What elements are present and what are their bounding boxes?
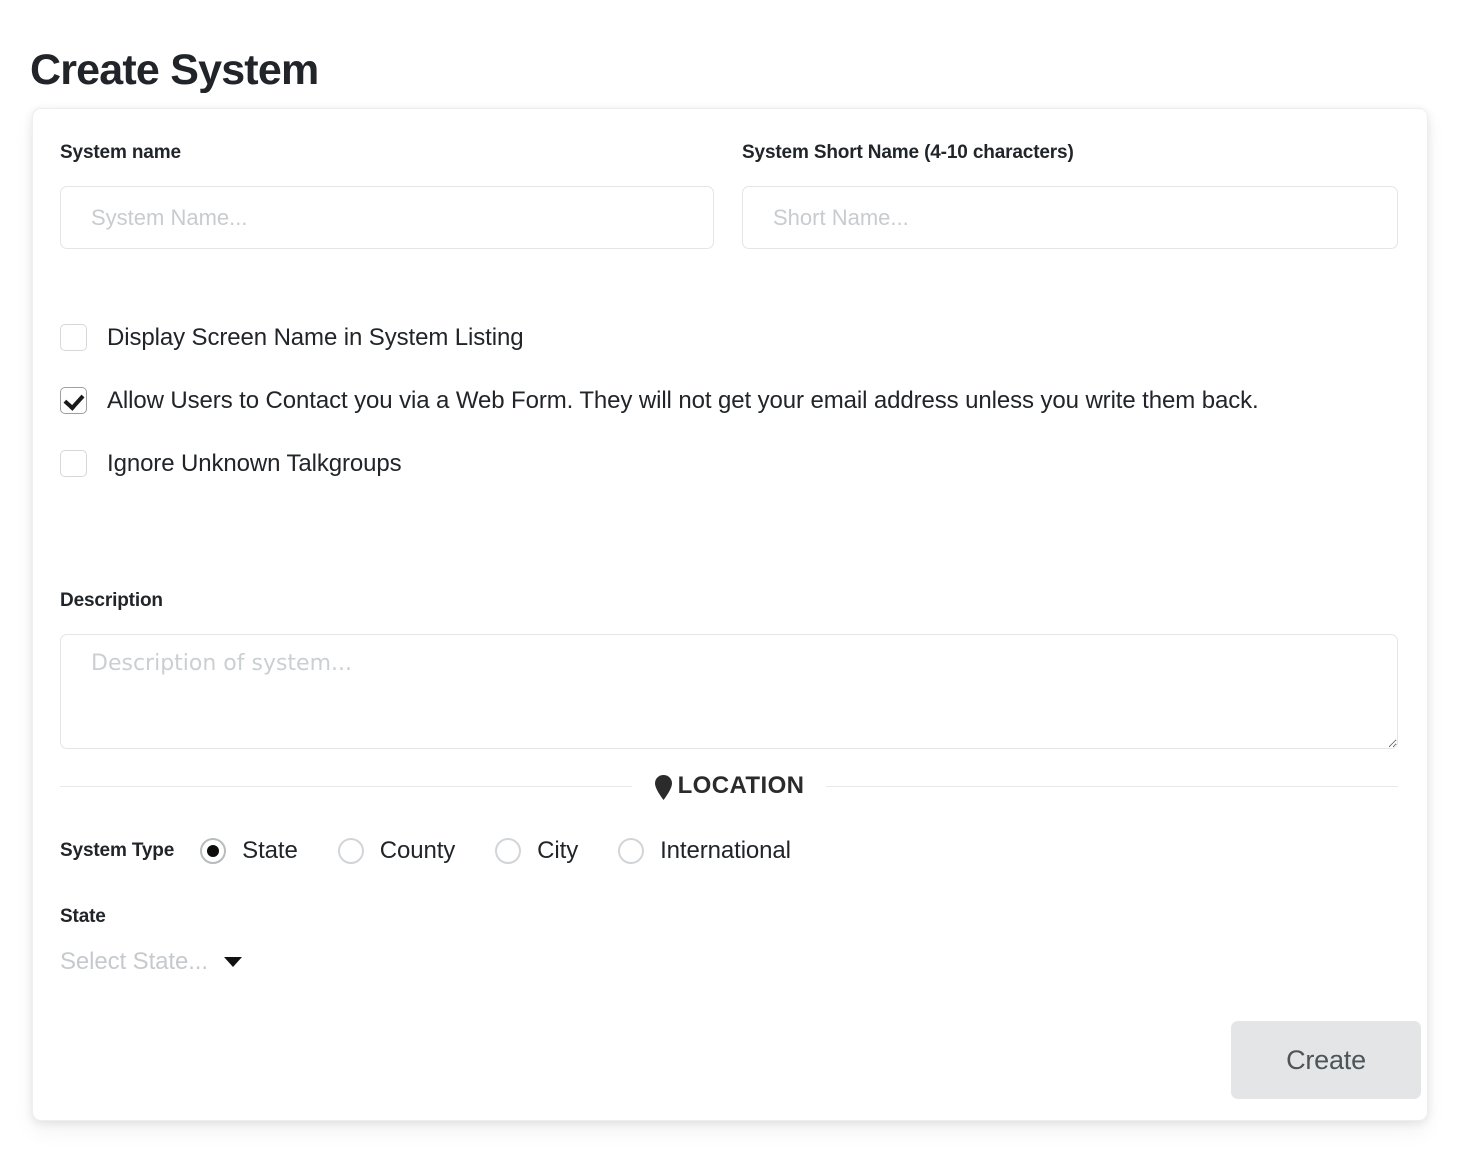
name-fields-row: System name System Short Name (4-10 char… bbox=[60, 142, 1398, 292]
map-pin-icon bbox=[654, 774, 673, 800]
checkbox-label-allow-web-form-contact: Allow Users to Contact you via a Web For… bbox=[107, 387, 1259, 414]
system-name-input[interactable] bbox=[60, 186, 714, 249]
radio-label-county: County bbox=[379, 837, 456, 864]
description-field-group: Description bbox=[60, 590, 1398, 749]
system-name-field-group: System name bbox=[60, 142, 714, 249]
divider-rule-right bbox=[826, 785, 1398, 787]
short-name-field-group: System Short Name (4-10 characters) bbox=[742, 142, 1398, 249]
description-label: Description bbox=[60, 590, 163, 611]
chevron-down-icon bbox=[223, 957, 242, 967]
page-title: Create System bbox=[30, 45, 319, 94]
system-type-row: System Type State County City Internatio… bbox=[60, 831, 1398, 871]
radio-label-state: State bbox=[242, 837, 298, 864]
state-field-group: State Select State... bbox=[60, 906, 660, 976]
checkbox-label-ignore-unknown-talkgroups: Ignore Unknown Talkgroups bbox=[107, 450, 402, 477]
system-type-label: System Type bbox=[60, 840, 175, 861]
checkbox-row-ignore-unknown-talkgroups[interactable]: Ignore Unknown Talkgroups bbox=[60, 447, 1398, 481]
short-name-label: System Short Name (4-10 characters) bbox=[742, 142, 1074, 163]
create-button[interactable]: Create bbox=[1231, 1021, 1421, 1099]
checkbox-row-allow-web-form-contact[interactable]: Allow Users to Contact you via a Web For… bbox=[60, 384, 1398, 418]
checkbox-display-screen-name[interactable] bbox=[60, 324, 87, 351]
description-textarea[interactable] bbox=[60, 634, 1398, 749]
radio-item-international[interactable]: International bbox=[618, 837, 791, 865]
card-content: System name System Short Name (4-10 char… bbox=[60, 109, 1421, 1120]
radio-international[interactable] bbox=[618, 838, 645, 864]
state-label: State bbox=[60, 906, 106, 927]
system-name-label: System name bbox=[60, 142, 181, 163]
short-name-input[interactable] bbox=[742, 186, 1398, 249]
state-select[interactable]: Select State... bbox=[60, 948, 290, 976]
radio-label-city: City bbox=[537, 837, 579, 864]
radio-city[interactable] bbox=[495, 838, 522, 864]
location-divider-label-group: LOCATION bbox=[632, 772, 827, 800]
location-divider-text: LOCATION bbox=[677, 772, 805, 799]
radio-item-state[interactable]: State bbox=[200, 837, 298, 865]
radio-item-city[interactable]: City bbox=[495, 837, 578, 865]
checkbox-row-display-screen-name[interactable]: Display Screen Name in System Listing bbox=[60, 321, 1398, 355]
checkbox-ignore-unknown-talkgroups[interactable] bbox=[60, 450, 87, 477]
radio-state[interactable] bbox=[200, 838, 227, 864]
checkbox-label-display-screen-name: Display Screen Name in System Listing bbox=[107, 324, 524, 351]
checkbox-allow-web-form-contact[interactable] bbox=[60, 387, 87, 414]
options-checkbox-list: Display Screen Name in System Listing Al… bbox=[60, 321, 1398, 481]
radio-label-international: International bbox=[660, 837, 791, 864]
location-section-divider: LOCATION bbox=[60, 771, 1398, 801]
state-select-value: Select State... bbox=[60, 948, 208, 975]
radio-item-county[interactable]: County bbox=[337, 837, 456, 865]
create-system-card: System name System Short Name (4-10 char… bbox=[32, 108, 1428, 1121]
radio-county[interactable] bbox=[337, 838, 364, 864]
divider-rule-left bbox=[60, 785, 632, 787]
create-system-page: Create System System name System Short N… bbox=[0, 0, 1466, 1168]
